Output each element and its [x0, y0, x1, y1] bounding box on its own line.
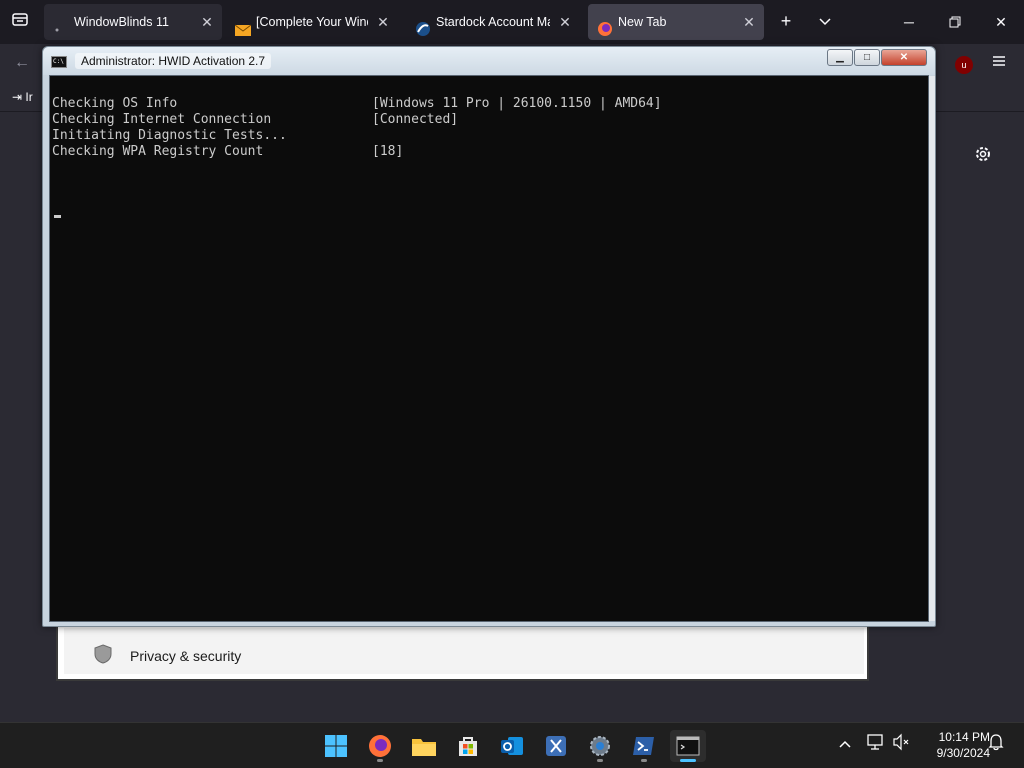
- clock-date: 9/30/2024: [936, 746, 990, 760]
- notification-bell-icon[interactable]: [988, 733, 1004, 754]
- active-indicator: [680, 759, 696, 762]
- console-line-label: Checking OS Info: [52, 96, 178, 111]
- tab-windowblinds[interactable]: WindowBlinds 11 ✕: [44, 4, 222, 40]
- extension-badge-icon[interactable]: u: [955, 56, 973, 74]
- bookmark-label: Ir: [25, 90, 33, 104]
- console-window: C:\ Administrator: HWID Activation 2.7 ▁…: [42, 46, 936, 627]
- console-maximize-icon[interactable]: □: [854, 49, 880, 66]
- tab-list-icon[interactable]: [8, 10, 32, 34]
- settings-nav-label: Privacy & security: [130, 648, 242, 664]
- tab-label: WindowBlinds 11: [74, 15, 169, 29]
- console-cursor: [54, 215, 61, 218]
- new-tab-plus-icon[interactable]: +: [774, 10, 798, 34]
- console-line-label: Checking WPA Registry Count: [52, 144, 264, 159]
- tab-strip: WindowBlinds 11 ✕ [Complete Your Windo ✕…: [0, 0, 1024, 44]
- settings-window: Privacy & security: [56, 626, 869, 681]
- firefox-taskbar-icon[interactable]: [362, 730, 398, 762]
- tab-email[interactable]: [Complete Your Windo ✕: [226, 4, 398, 40]
- close-icon[interactable]: ✕: [558, 4, 572, 40]
- command-prompt-icon[interactable]: [670, 730, 706, 762]
- close-icon[interactable]: ✕: [376, 4, 390, 40]
- back-arrow-icon[interactable]: ←: [14, 54, 30, 72]
- running-indicator: [641, 759, 647, 762]
- tab-new-tab[interactable]: New Tab ✕: [588, 4, 764, 40]
- running-indicator: [377, 759, 383, 762]
- tab-label: [Complete Your Windo: [256, 15, 368, 29]
- powershell-icon[interactable]: [626, 730, 662, 762]
- taskbar: 10:14 PM 9/30/2024: [0, 722, 1024, 768]
- envelope-icon: [234, 15, 252, 36]
- outlook-icon[interactable]: [494, 730, 530, 762]
- gear-icon[interactable]: [972, 143, 994, 165]
- console-line-value: [Connected]: [372, 112, 459, 127]
- windows-start-icon[interactable]: [318, 730, 354, 762]
- snipping-tool-icon[interactable]: [538, 730, 574, 762]
- tab-label: Stardock Account Man: [436, 15, 550, 29]
- console-line-label: Checking Internet Connection: [52, 112, 272, 127]
- clock-time: 10:14 PM: [938, 730, 990, 744]
- network-icon[interactable]: [866, 733, 886, 754]
- microsoft-store-icon[interactable]: [450, 730, 486, 762]
- settings-nav-privacy[interactable]: Privacy & security: [64, 628, 864, 674]
- close-icon[interactable]: ✕: [200, 4, 214, 40]
- console-titlebar[interactable]: C:\ Administrator: HWID Activation 2.7 ▁…: [43, 47, 935, 75]
- chevron-up-icon[interactable]: [838, 733, 852, 754]
- import-icon: ⇥: [12, 90, 23, 104]
- console-line-value: [Windows 11 Pro | 26100.1150 | AMD64]: [372, 96, 662, 111]
- console-scrollbar[interactable]: [929, 76, 935, 621]
- file-explorer-icon[interactable]: [406, 730, 442, 762]
- console-output[interactable]: Checking OS Info [Windows 11 Pro | 26100…: [49, 75, 935, 622]
- minimize-icon[interactable]: ─: [886, 0, 932, 44]
- tab-label: New Tab: [618, 15, 667, 29]
- hamburger-menu-icon[interactable]: [990, 52, 1008, 75]
- console-app-icon: C:\: [51, 56, 67, 68]
- close-icon[interactable]: ✕: [742, 4, 756, 40]
- chevron-down-icon[interactable]: [813, 10, 837, 34]
- tab-stardock[interactable]: Stardock Account Man ✕: [406, 4, 580, 40]
- restore-icon[interactable]: [932, 0, 978, 44]
- volume-muted-icon[interactable]: [892, 733, 912, 754]
- console-minimize-icon[interactable]: ▁: [827, 49, 853, 66]
- settings-icon[interactable]: [582, 730, 618, 762]
- console-close-icon[interactable]: ✕: [881, 49, 927, 66]
- console-title: Administrator: HWID Activation 2.7: [75, 53, 272, 69]
- stardock-logo-icon: [415, 15, 430, 36]
- bookmark-item[interactable]: ⇥ Ir: [12, 90, 33, 104]
- system-clock[interactable]: 10:14 PM 9/30/2024: [920, 729, 990, 761]
- console-line-label: Initiating Diagnostic Tests...: [52, 128, 287, 143]
- close-window-icon[interactable]: ✕: [978, 0, 1024, 44]
- console-line-value: [18]: [372, 144, 404, 159]
- loading-dot-icon: [53, 15, 67, 32]
- running-indicator: [597, 759, 603, 762]
- firefox-icon: [597, 15, 612, 36]
- shield-icon: [94, 644, 112, 669]
